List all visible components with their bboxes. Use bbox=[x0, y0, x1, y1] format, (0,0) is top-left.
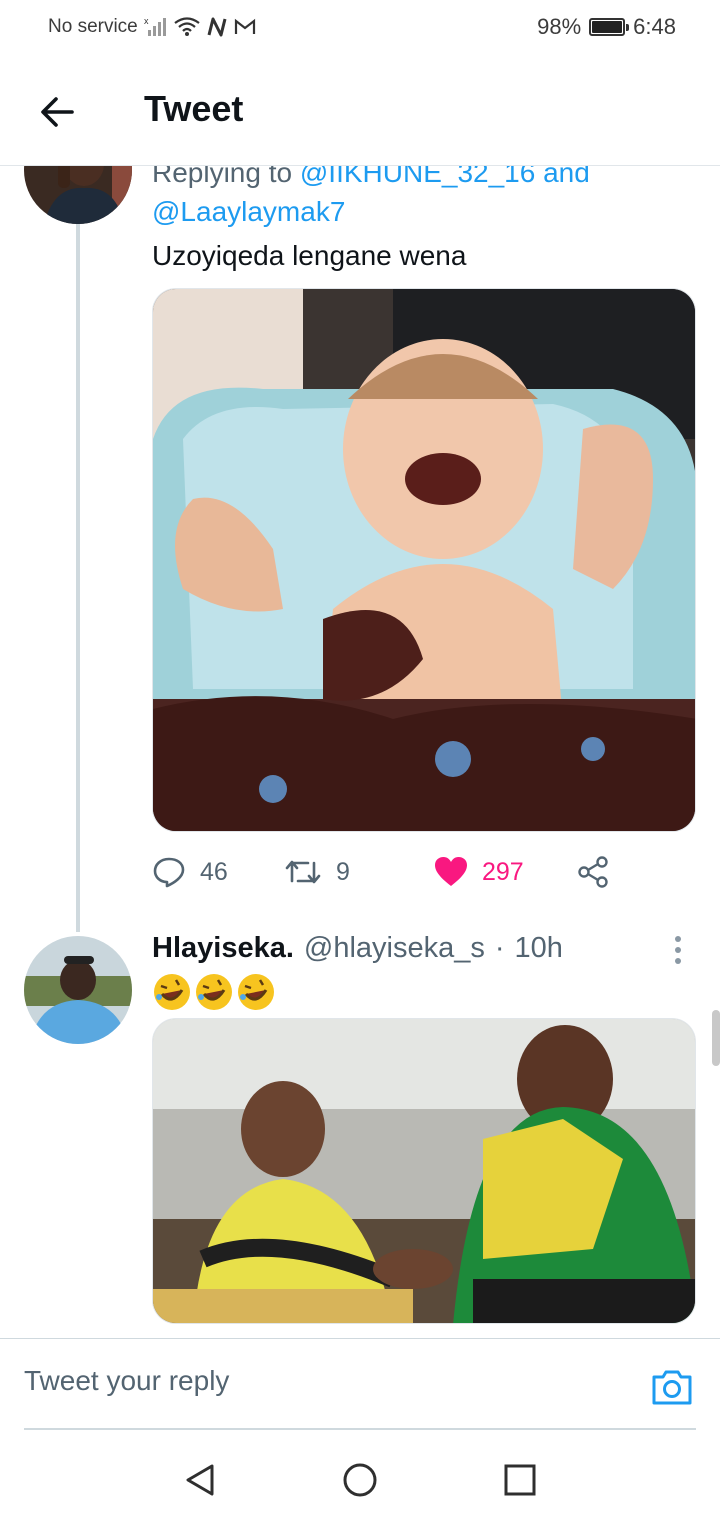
wifi-icon bbox=[174, 17, 200, 36]
reply-button[interactable]: 46 bbox=[152, 855, 284, 889]
tweet-text: Uzoyiqeda lengane wena bbox=[152, 240, 467, 271]
home-circle-icon[interactable] bbox=[340, 1460, 380, 1500]
recents-square-icon[interactable] bbox=[500, 1460, 540, 1500]
baby-cake-photo bbox=[153, 289, 695, 831]
reply-input[interactable] bbox=[24, 1365, 584, 1397]
author-handle[interactable]: @hlayiseka_s bbox=[304, 932, 485, 965]
status-right: 98% 6:48 bbox=[537, 14, 676, 40]
replying-to-line: Replying to @IIKHUNE_32_16 and bbox=[152, 166, 590, 194]
mention-link[interactable]: @IIKHUNE_32_16 bbox=[300, 166, 535, 188]
status-bar: No service x 98% 6:48 bbox=[0, 0, 720, 56]
battery-fill bbox=[592, 21, 622, 33]
svg-text:x: x bbox=[144, 16, 149, 26]
more-options-icon[interactable] bbox=[670, 934, 686, 966]
back-triangle-icon[interactable] bbox=[180, 1460, 220, 1500]
signal-off-icon: x bbox=[144, 16, 166, 36]
status-left: No service x bbox=[48, 16, 256, 38]
battery-percent: 98% bbox=[537, 14, 582, 39]
camera-icon[interactable] bbox=[650, 1367, 694, 1407]
like-count: 297 bbox=[482, 857, 524, 886]
clock: 6:48 bbox=[633, 14, 676, 39]
thread-line bbox=[76, 224, 80, 932]
nfc-icon bbox=[207, 17, 227, 37]
tweet-time: 10h bbox=[514, 932, 563, 964]
reply-count: 46 bbox=[200, 857, 228, 886]
tweet-actions: 46 9 297 bbox=[152, 850, 696, 894]
mention-link[interactable]: @Laaylaymak7 bbox=[152, 196, 345, 227]
tweet-image[interactable] bbox=[152, 1018, 696, 1324]
men-laughing-photo bbox=[153, 1019, 695, 1323]
separator-dot: · bbox=[494, 932, 505, 964]
tweet-author-row: Hlayiseka. @hlayiseka_s · 10h bbox=[152, 932, 563, 965]
arrow-left-icon[interactable] bbox=[36, 90, 80, 134]
emoji-text bbox=[152, 972, 276, 1012]
reply-icon bbox=[153, 857, 185, 888]
replying-to-line-2: @Laaylaymak7 bbox=[152, 191, 345, 233]
retweet-count: 9 bbox=[336, 857, 350, 886]
avatar[interactable] bbox=[24, 936, 132, 1044]
heart-filled-icon bbox=[435, 857, 467, 886]
tweet-image[interactable] bbox=[152, 288, 696, 832]
avatar[interactable] bbox=[24, 166, 132, 224]
reply-composer bbox=[0, 1338, 720, 1430]
gmail-icon bbox=[234, 18, 255, 34]
share-button[interactable] bbox=[576, 855, 610, 889]
author-name[interactable]: Hlayiseka. bbox=[152, 932, 294, 965]
retweet-button[interactable]: 9 bbox=[284, 857, 434, 887]
rolling-on-floor-laughing-icon bbox=[238, 974, 274, 1010]
carrier-label: No service bbox=[48, 16, 138, 37]
retweet-icon bbox=[285, 860, 321, 884]
page-title: Tweet bbox=[144, 88, 244, 129]
battery-icon bbox=[589, 18, 630, 36]
tweet-thread[interactable]: Replying to @IIKHUNE_32_16 and @Laaylaym… bbox=[0, 166, 720, 1338]
replying-to-label: Replying to bbox=[152, 166, 300, 188]
rolling-on-floor-laughing-icon bbox=[196, 974, 232, 1010]
share-icon bbox=[578, 856, 608, 888]
rolling-on-floor-laughing-icon bbox=[154, 974, 190, 1010]
mention-and: and bbox=[535, 166, 590, 188]
system-nav-bar bbox=[0, 1430, 720, 1520]
scrollbar[interactable] bbox=[712, 1010, 720, 1066]
top-app-bar: Tweet bbox=[0, 56, 720, 166]
like-button[interactable]: 297 bbox=[434, 856, 576, 888]
